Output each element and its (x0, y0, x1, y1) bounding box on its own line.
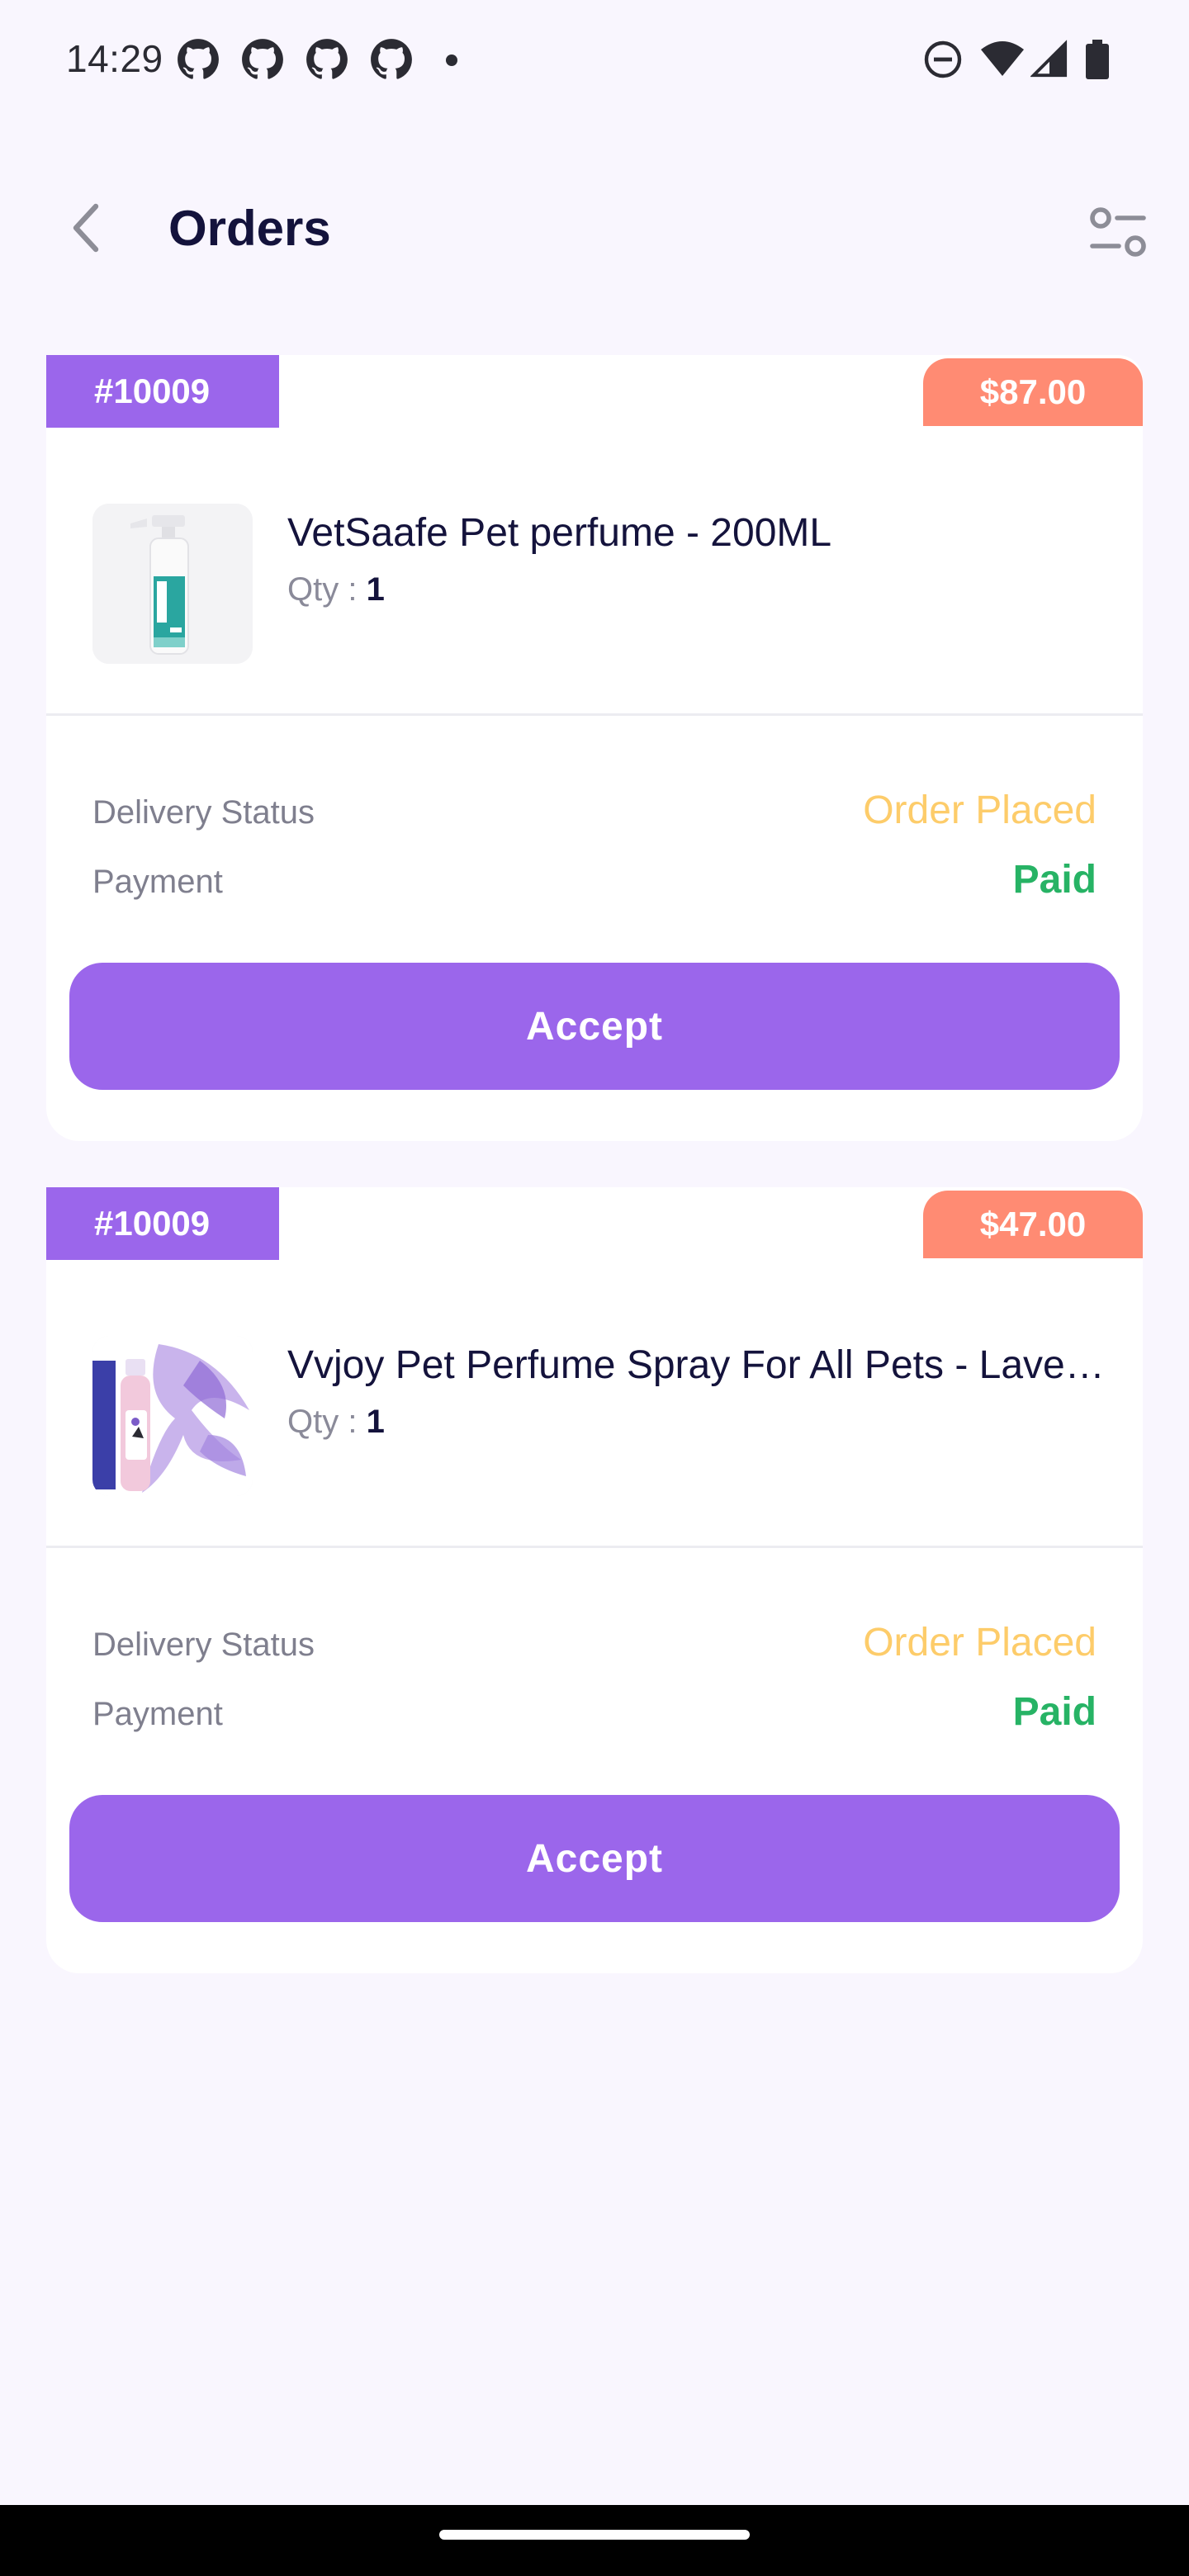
github-icon (306, 39, 348, 79)
github-icon (242, 39, 283, 79)
qty-value: 1 (366, 1404, 385, 1440)
filter-button[interactable] (1083, 198, 1153, 268)
app-bar: Orders (0, 165, 1189, 297)
product-name: Vvjoy Pet Perfume Spray For All Pets - L… (287, 1343, 1113, 1387)
delivery-status-value: Order Placed (863, 788, 1097, 832)
delivery-status-label: Delivery Status (92, 794, 315, 831)
order-id-badge: #10009 (46, 1187, 279, 1260)
delivery-status-value: Order Placed (863, 1621, 1097, 1664)
filter-sliders-icon (1090, 207, 1146, 257)
product-image (92, 504, 253, 664)
signal-icon (1030, 40, 1068, 78)
order-card: #10009 $87.00 VetSaafe Pet perfume - 200… (46, 355, 1143, 1141)
payment-label: Payment (92, 864, 223, 900)
home-indicator[interactable] (439, 2530, 750, 2540)
system-nav-bar (0, 2505, 1189, 2576)
accept-button[interactable]: Accept (69, 963, 1120, 1090)
order-total-badge: $87.00 (923, 358, 1143, 426)
battery-icon (1086, 40, 1109, 79)
divider (46, 1546, 1143, 1548)
github-icon (178, 39, 219, 79)
status-time: 14:29 (66, 37, 163, 80)
payment-status-value: Paid (1012, 858, 1097, 902)
back-button[interactable] (53, 195, 119, 261)
divider (46, 713, 1143, 716)
product-image (92, 1336, 253, 1496)
payment-label: Payment (92, 1696, 223, 1732)
github-icon (371, 39, 412, 79)
status-bar: 14:29 (0, 0, 1189, 116)
qty-label: Qty : (287, 1404, 367, 1440)
accept-button[interactable]: Accept (69, 1795, 1120, 1922)
do-not-disturb-icon (924, 40, 962, 78)
wifi-icon (981, 41, 1024, 76)
qty-value: 1 (366, 571, 385, 608)
orders-screen: 14:29 Orders #10009 $87.00 VetSaafe Pet … (0, 0, 1189, 2576)
order-card: #10009 $47.00 Vvjoy Pet Perfume Spray Fo… (46, 1187, 1143, 1973)
lavender-spray-image (92, 1336, 253, 1496)
order-id-badge: #10009 (46, 355, 279, 428)
payment-status-value: Paid (1012, 1690, 1097, 1734)
order-total-badge: $47.00 (923, 1191, 1143, 1258)
page-title: Orders (168, 201, 331, 256)
chevron-left-icon (73, 203, 99, 253)
product-qty: Qty : 1 (287, 1404, 385, 1441)
product-name: VetSaafe Pet perfume - 200ML (287, 511, 832, 555)
spray-bottle-image (92, 504, 253, 664)
product-qty: Qty : 1 (287, 571, 385, 608)
qty-label: Qty : (287, 571, 367, 608)
notification-dot-icon (446, 54, 457, 66)
delivery-status-label: Delivery Status (92, 1627, 315, 1663)
